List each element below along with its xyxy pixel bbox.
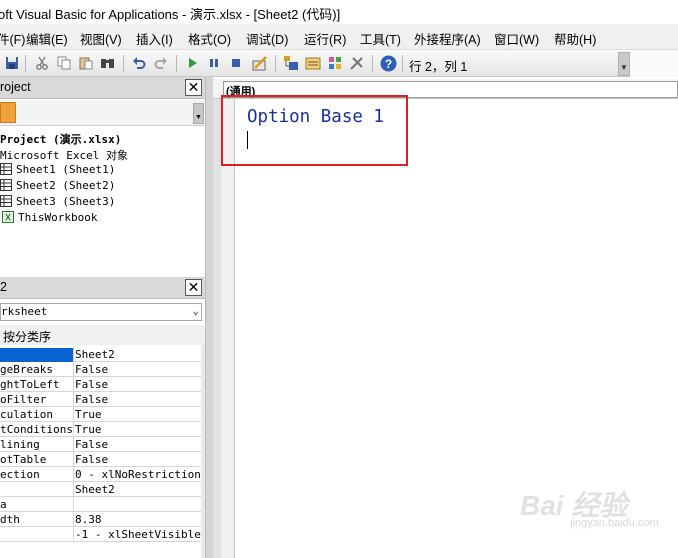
- tree-item-sheet2[interactable]: Sheet2 (Sheet2): [0, 179, 115, 192]
- sheet-icon: [0, 163, 12, 175]
- toolbar-separator: [275, 55, 276, 72]
- tree-item-excel-objects[interactable]: Microsoft Excel 对象: [0, 147, 128, 163]
- menu-debug[interactable]: 调试(D): [246, 29, 288, 48]
- close-icon[interactable]: ✕: [185, 79, 202, 96]
- redo-icon[interactable]: [152, 54, 170, 72]
- properties-tab-categorized[interactable]: 按分类序: [0, 325, 205, 345]
- svg-text:X: X: [5, 213, 11, 223]
- break-icon[interactable]: [205, 54, 223, 72]
- window-title: oft Visual Basic for Applications - 演示.x…: [0, 7, 341, 22]
- annotation-box: [221, 95, 408, 166]
- pane-splitter[interactable]: [205, 77, 213, 558]
- sheet-icon: [0, 195, 12, 207]
- close-icon[interactable]: ✕: [185, 279, 202, 296]
- reset-icon[interactable]: [227, 54, 245, 72]
- property-row[interactable]: ection 0 - xlNoRestrictions: [0, 467, 201, 482]
- toggle-folders-icon[interactable]: [0, 102, 16, 123]
- toolbar-separator: [25, 55, 26, 72]
- watermark-url: jingyan.baidu.com: [570, 517, 659, 529]
- property-row[interactable]: lining False: [0, 437, 201, 452]
- property-row[interactable]: ghtToLeft False: [0, 377, 201, 392]
- find-icon[interactable]: [99, 54, 117, 72]
- toolbox-icon[interactable]: [348, 54, 366, 72]
- properties-object-select[interactable]: rksheet ⌄: [0, 303, 202, 321]
- title-bar: oft Visual Basic for Applications - 演示.x…: [0, 0, 678, 24]
- chevron-down-icon: ⌄: [192, 304, 199, 317]
- toolbar-empty-area: [630, 50, 678, 77]
- property-row[interactable]: oFilter False: [0, 392, 201, 407]
- toolbar-separator: [402, 55, 403, 72]
- properties-grid: Sheet2 geBreaks False ghtToLeft False oFil…: [0, 345, 201, 558]
- toolbar-options-grip[interactable]: ▼: [618, 52, 630, 76]
- paste-icon[interactable]: [77, 54, 95, 72]
- toolbar-separator: [176, 55, 177, 72]
- tree-item-project[interactable]: Project (演示.xlsx): [0, 131, 121, 147]
- svg-text:?: ?: [384, 57, 391, 71]
- project-pane-header: roject ✕: [0, 77, 205, 99]
- menu-bar: 件(F) 编辑(E) 视图(V) 插入(I) 格式(O) 调试(D) 运行(R)…: [0, 24, 678, 50]
- workbook-icon: X: [2, 211, 14, 223]
- project-pane-title: roject: [0, 80, 31, 94]
- project-pane-toolbar: ▼: [0, 100, 205, 126]
- menu-file[interactable]: 件(F): [0, 29, 25, 48]
- property-row[interactable]: dth 8.38: [0, 512, 201, 527]
- sheet-icon: [0, 179, 12, 191]
- property-row[interactable]: -1 - xlSheetVisible: [0, 527, 201, 542]
- property-row[interactable]: Sheet2: [0, 482, 201, 497]
- save-icon[interactable]: [3, 54, 21, 72]
- property-row[interactable]: otTable False: [0, 452, 201, 467]
- design-mode-icon[interactable]: [251, 54, 269, 72]
- run-icon[interactable]: [183, 54, 201, 72]
- property-row[interactable]: culation True: [0, 407, 201, 422]
- toolbar-separator: [123, 55, 124, 72]
- property-row[interactable]: geBreaks False: [0, 362, 201, 377]
- cursor-position: 行 2，列 1: [409, 60, 468, 74]
- project-explorer-icon[interactable]: [282, 54, 300, 72]
- breakpoint-margin[interactable]: [221, 99, 235, 558]
- menu-window[interactable]: 窗口(W): [494, 29, 539, 48]
- pane-scroll-icon[interactable]: ▼: [193, 103, 204, 124]
- menu-help[interactable]: 帮助(H): [554, 29, 596, 48]
- tree-item-thisworkbook[interactable]: X ThisWorkbook: [2, 211, 97, 224]
- properties-pane-title: 2: [0, 280, 7, 294]
- property-row[interactable]: Sheet2: [0, 347, 201, 362]
- properties-pane-header: 2 ✕: [0, 277, 205, 299]
- menu-view[interactable]: 视图(V): [80, 29, 122, 48]
- copy-icon[interactable]: [55, 54, 73, 72]
- tree-item-sheet1[interactable]: Sheet1 (Sheet1): [0, 163, 115, 176]
- undo-icon[interactable]: [130, 54, 148, 72]
- help-icon[interactable]: ?: [379, 54, 397, 72]
- menu-tools[interactable]: 工具(T): [360, 29, 401, 48]
- menu-addins[interactable]: 外接程序(A): [414, 29, 481, 48]
- properties-icon[interactable]: [304, 54, 322, 72]
- project-tree: Project (演示.xlsx) Microsoft Excel 对象 She…: [0, 127, 205, 269]
- menu-insert[interactable]: 插入(I): [136, 29, 173, 48]
- menu-format[interactable]: 格式(O): [188, 29, 231, 48]
- standard-toolbar: ? 行 2，列 1: [0, 50, 630, 77]
- property-row[interactable]: matConditionsTrue: [0, 422, 201, 437]
- tree-item-sheet3[interactable]: Sheet3 (Sheet3): [0, 195, 115, 208]
- menu-edit[interactable]: 编辑(E): [26, 29, 68, 48]
- menu-run[interactable]: 运行(R): [304, 29, 346, 48]
- object-browser-icon[interactable]: [326, 54, 344, 72]
- code-window-edge: [213, 99, 221, 558]
- property-row[interactable]: a: [0, 497, 201, 512]
- toolbar-separator: [372, 55, 373, 72]
- cut-icon[interactable]: [33, 54, 51, 72]
